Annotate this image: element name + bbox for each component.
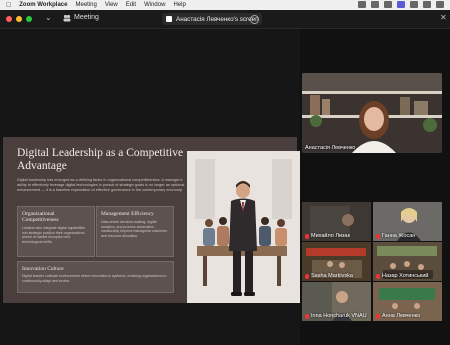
speaker-name-label: Анастасія Левченко: [305, 145, 355, 151]
status-icon[interactable]: [358, 1, 366, 8]
participant-tile[interactable]: Sasha Markivska: [302, 242, 371, 281]
minimize-window-button[interactable]: [16, 16, 22, 22]
participant-name: Михайло Лизак: [311, 233, 350, 239]
zoom-status-icon[interactable]: [397, 1, 405, 8]
card-title: Innovation Culture: [22, 266, 64, 272]
muted-mic-icon: [305, 273, 309, 279]
card-text: Data-driven decision-making, digital ana…: [101, 220, 167, 238]
screen-share-tab-label: Анастасія Левченко's screen: [176, 15, 259, 23]
speaker-video-frame: [302, 73, 442, 153]
participant-name-label: Inna Honcharuk VNAU: [305, 313, 367, 319]
shared-screen-area: Digital Leadership as a Competitive Adva…: [0, 29, 300, 345]
screen-share-tab[interactable]: Анастасія Левченко's screen ⋯: [162, 13, 262, 25]
status-icon[interactable]: [423, 1, 431, 8]
muted-mic-icon: [305, 313, 309, 319]
participant-name: Sasha Markivska: [311, 273, 353, 279]
apple-icon[interactable]: : [6, 2, 11, 9]
muted-mic-icon: [305, 233, 309, 239]
card-innovation-culture: Innovation Culture Digital leaders culti…: [17, 261, 174, 293]
participants-gallery: Михайло Лизак Ганна Жосан Sasha Markivsk…: [302, 202, 442, 322]
participant-tile[interactable]: Назар Хотинський: [373, 242, 442, 281]
presentation-slide: Digital Leadership as a Competitive Adva…: [3, 137, 300, 303]
muted-mic-icon: [376, 313, 380, 319]
participant-name-label: Sasha Markivska: [305, 273, 353, 279]
card-text: Digital leaders cultivate environments w…: [22, 274, 167, 283]
participant-name: Ганна Жосан: [382, 233, 416, 239]
muted-mic-icon: [376, 273, 380, 279]
menu-item-help[interactable]: Help: [173, 2, 185, 8]
card-text: Leaders who integrate digital capabiliti…: [22, 226, 86, 244]
participant-name-label: Михайло Лизак: [305, 233, 350, 239]
close-window-button[interactable]: [6, 16, 12, 22]
close-icon[interactable]: ✕: [440, 13, 447, 22]
menu-item-view[interactable]: View: [105, 2, 118, 8]
maximize-window-button[interactable]: [26, 16, 32, 22]
screen-share-icon: [166, 16, 172, 22]
speaker-name: Анастасія Левченко: [305, 145, 356, 151]
status-icon[interactable]: [410, 1, 418, 8]
card-title: Organizational Competitiveness: [22, 211, 59, 223]
participant-name: Анна Левченко: [382, 313, 421, 319]
participant-tile[interactable]: Михайло Лизак: [302, 202, 371, 241]
active-speaker-video[interactable]: Анастасія Левченко: [302, 73, 442, 153]
participant-name-label: Анна Левченко: [376, 313, 420, 319]
status-icon[interactable]: [436, 1, 444, 8]
menu-bar:  Zoom Workplace Meeting View Edit Windo…: [0, 0, 450, 10]
menu-app-name[interactable]: Zoom Workplace: [19, 2, 67, 8]
menu-item-window[interactable]: Window: [144, 2, 165, 8]
menu-item-edit[interactable]: Edit: [126, 2, 136, 8]
participant-name-label: Назар Хотинський: [376, 273, 428, 279]
status-icon[interactable]: [384, 1, 392, 8]
muted-mic-icon: [376, 233, 380, 239]
participant-tile[interactable]: Анна Левченко: [373, 282, 442, 321]
status-icon[interactable]: [371, 1, 379, 8]
card-management-efficiency: Management Efficiency Data-driven decisi…: [96, 206, 174, 257]
participant-tile[interactable]: Ганна Жосан: [373, 202, 442, 241]
meeting-icon: [63, 14, 71, 22]
slide-title: Digital Leadership as a Competitive Adva…: [17, 147, 184, 172]
participant-name: Inna Honcharuk VNAU: [311, 313, 367, 319]
card-title: Management Efficiency: [101, 211, 154, 217]
participant-tile[interactable]: Inna Honcharuk VNAU: [302, 282, 371, 321]
chevron-down-icon[interactable]: ⌄: [45, 13, 52, 22]
window-titlebar: ⌄ Meeting Анастасія Левченко's screen ⋯ …: [0, 10, 450, 29]
menu-item-meeting[interactable]: Meeting: [75, 2, 96, 8]
participant-name: Назар Хотинський: [382, 273, 429, 279]
slide-body-text: Digital leadership has emerged as a defi…: [17, 178, 185, 192]
options-icon[interactable]: ⋯: [250, 15, 259, 24]
participant-name-label: Ганна Жосан: [376, 233, 415, 239]
meeting-label[interactable]: Meeting: [74, 14, 99, 21]
card-organizational-competitiveness: Organizational Competitiveness Leaders w…: [17, 206, 95, 257]
leader-illustration: [187, 151, 300, 303]
